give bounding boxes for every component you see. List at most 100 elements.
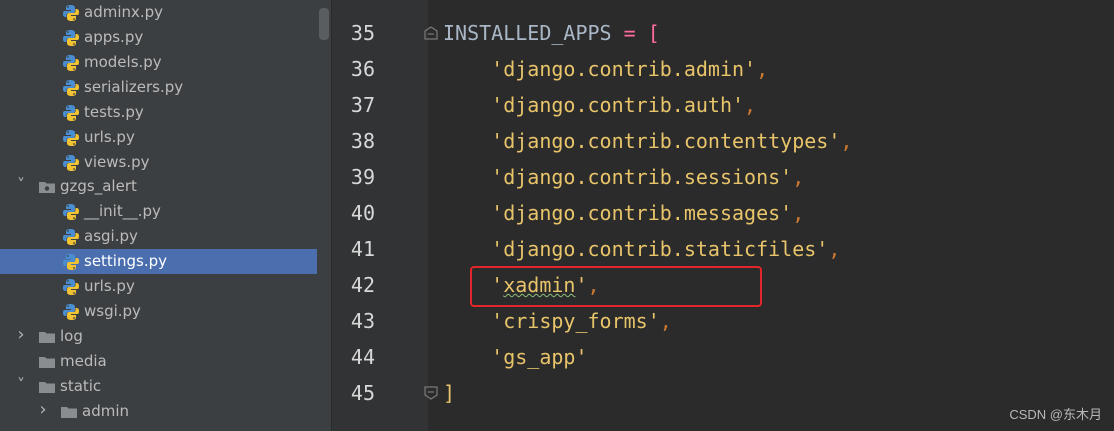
python-file-icon (63, 304, 79, 320)
comma: , (659, 309, 672, 333)
code-line-43[interactable]: 'crispy_forms', (443, 303, 672, 339)
line-number: 44 (350, 345, 375, 369)
tree-item-label: log (60, 327, 83, 345)
tree-item[interactable]: asgi.py (0, 224, 331, 249)
project-tree-panel: adminx.py apps.py models.py serializers.py t… (0, 0, 332, 431)
tree-item[interactable]: urls.py (0, 274, 331, 299)
tree-item-label: gzgs_alert (60, 177, 137, 195)
code-line-37[interactable]: 'django.contrib.auth', (443, 87, 756, 123)
chevron-right-icon[interactable]: › (14, 322, 28, 347)
chevron-down-icon[interactable]: ˅ (14, 172, 28, 197)
folder-icon (39, 357, 55, 368)
line-number: 40 (350, 201, 375, 225)
tree-item-label: tests.py (84, 103, 144, 121)
python-file-icon (63, 229, 79, 245)
annotation-highlight-box (470, 266, 762, 307)
tree-item[interactable]: settings.py (0, 249, 331, 274)
string-literal: 'django.contrib.contenttypes' (491, 129, 841, 153)
line-number: 45 (350, 381, 375, 405)
python-file-icon (63, 204, 79, 220)
line-number: 38 (350, 129, 375, 153)
python-file-icon (63, 55, 79, 71)
tree-item[interactable]: views.py (0, 150, 331, 175)
tree-item[interactable]: urls.py (0, 125, 331, 150)
comma: , (792, 201, 805, 225)
code-line-36[interactable]: 'django.contrib.admin', (443, 51, 768, 87)
tree-item[interactable]: media (0, 349, 331, 374)
tree-item[interactable]: wsgi.py (0, 299, 331, 324)
line-number: 36 (350, 57, 375, 81)
string-literal: 'django.contrib.admin' (491, 57, 757, 81)
tree-item-label: wsgi.py (84, 302, 141, 320)
line-number: 42 (350, 273, 375, 297)
folder-icon (39, 382, 55, 393)
tree-item-label: adminx.py (84, 3, 164, 21)
fold-open-icon[interactable] (424, 26, 438, 40)
python-file-icon (63, 105, 79, 121)
string-literal: 'crispy_forms' (491, 309, 660, 333)
string-literal: 'django.contrib.staticfiles' (491, 237, 829, 261)
comma: , (756, 57, 769, 81)
chevron-down-icon[interactable]: ˅ (14, 372, 28, 397)
tree-item-label: settings.py (84, 252, 167, 270)
line-number: 37 (350, 93, 375, 117)
tree-item-label: views.py (84, 153, 150, 171)
folder-icon (39, 332, 55, 343)
comma: , (744, 93, 757, 117)
chevron-right-icon[interactable]: › (36, 397, 50, 422)
tree-item-label: apps.py (84, 28, 144, 46)
tree-item[interactable]: › admin (0, 399, 331, 424)
python-file-icon (63, 254, 79, 270)
python-file-icon (63, 155, 79, 171)
tree-item[interactable]: ˅ gzgs_alert (0, 174, 331, 199)
string-literal: 'django.contrib.messages' (491, 201, 793, 225)
tree-item[interactable]: serializers.py (0, 75, 331, 100)
tree-item-label: serializers.py (84, 78, 184, 96)
close-bracket: ] (443, 381, 456, 405)
code-line-38[interactable]: 'django.contrib.contenttypes', (443, 123, 852, 159)
python-file-icon (63, 80, 79, 96)
tree-item-label: models.py (84, 53, 162, 71)
tree-item-label: urls.py (84, 128, 135, 146)
line-number: 41 (350, 237, 375, 261)
tree-item-label: __init__.py (84, 202, 161, 220)
code-line-45[interactable]: ] (443, 375, 455, 411)
tree-item-label: media (60, 352, 107, 370)
string-literal: 'django.contrib.auth' (491, 93, 745, 117)
tree-item-label: asgi.py (84, 227, 138, 245)
tree-item[interactable]: apps.py (0, 25, 331, 50)
tree-item[interactable]: › log (0, 324, 331, 349)
tree-item[interactable]: adminx.py (0, 0, 331, 25)
tree-item-label: urls.py (84, 277, 135, 295)
code-line-40[interactable]: 'django.contrib.messages', (443, 195, 804, 231)
string-literal: 'django.contrib.sessions' (491, 165, 793, 189)
code-line-44[interactable]: 'gs_app' (443, 339, 588, 375)
tree-item[interactable]: __init__.py (0, 199, 331, 224)
comma: , (840, 129, 853, 153)
tree-item[interactable]: models.py (0, 50, 331, 75)
assign-operator: = (611, 21, 648, 45)
tree-item-label: admin (82, 402, 129, 420)
line-number: 43 (350, 309, 375, 333)
package-folder-icon (39, 182, 55, 193)
code-line-41[interactable]: 'django.contrib.staticfiles', (443, 231, 840, 267)
python-file-icon (63, 279, 79, 295)
scrollbar-thumb[interactable] (319, 8, 329, 40)
watermark: CSDN @东木月 (1009, 407, 1102, 422)
python-file-icon (63, 130, 79, 146)
fold-close-icon[interactable] (424, 386, 438, 400)
line-number: 35 (350, 21, 375, 45)
python-file-icon (63, 30, 79, 46)
open-bracket: [ (647, 21, 660, 45)
code-line-39[interactable]: 'django.contrib.sessions', (443, 159, 804, 195)
tree-item[interactable]: ˅ static (0, 374, 331, 399)
tree-item-label: static (60, 377, 102, 395)
line-number: 39 (350, 165, 375, 189)
folder-icon (61, 407, 77, 418)
comma: , (792, 165, 805, 189)
code-line-35[interactable]: INSTALLED_APPS = [ (443, 15, 660, 51)
scrollbar-track[interactable] (317, 0, 331, 431)
python-file-icon (63, 5, 79, 21)
tree-item[interactable]: tests.py (0, 100, 331, 125)
string-literal: 'gs_app' (491, 345, 588, 369)
